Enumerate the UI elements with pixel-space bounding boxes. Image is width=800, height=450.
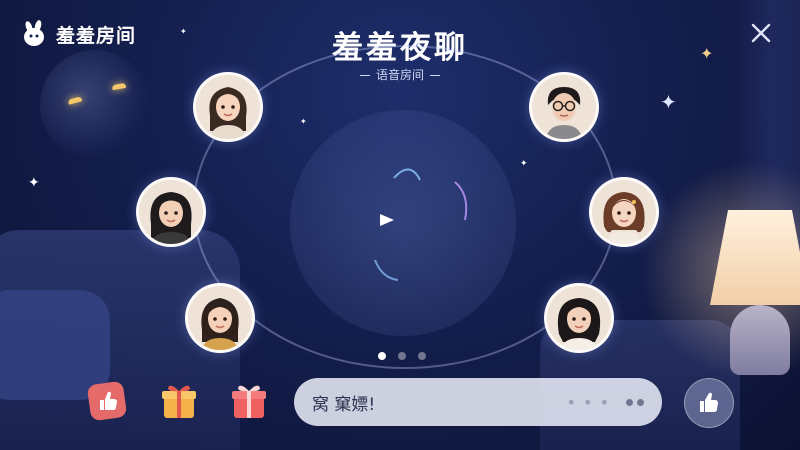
gift-button[interactable]: [158, 380, 200, 422]
voice-room-screen: ✦ ✦ ✦ ✦ ✦ ✦ 羞羞房间 羞羞夜聊 语音房间 窝 窠嫖! • • •: [0, 0, 800, 450]
page-dot[interactable]: [398, 352, 406, 360]
avatar-boy-glasses-icon: [532, 75, 596, 139]
participant-avatar[interactable]: [136, 177, 206, 247]
message-text: 窝 窠嫖!: [312, 394, 376, 415]
more-icon[interactable]: • • •: [567, 393, 610, 412]
thumbs-up-icon: [700, 392, 718, 412]
voice-waveform: [282, 153, 518, 287]
avatar-girl-icon: [139, 180, 203, 244]
page-indicator: [378, 352, 426, 360]
lamp-base-decoration: [730, 305, 790, 375]
participant-avatar[interactable]: [544, 283, 614, 353]
star-icon: ✦: [660, 90, 677, 114]
gift-icon: [168, 385, 190, 392]
close-icon[interactable]: [750, 22, 772, 44]
participant-avatar[interactable]: [589, 177, 659, 247]
participant-avatar[interactable]: [193, 72, 263, 142]
page-dot[interactable]: [418, 352, 426, 360]
gift-button-red[interactable]: [228, 380, 270, 422]
participant-avatar[interactable]: [529, 72, 599, 142]
moon-eye-icon: [67, 96, 83, 105]
like-button[interactable]: [684, 378, 734, 428]
avatar-girl-icon: [188, 286, 252, 350]
participant-avatar[interactable]: [185, 283, 255, 353]
avatar-girl-curly-icon: [592, 180, 656, 244]
thumbs-up-button[interactable]: [86, 380, 128, 422]
star-icon: ✦: [28, 175, 40, 191]
avatar-girl-icon: [196, 75, 260, 139]
gift-icon: [238, 385, 260, 392]
options-icon[interactable]: [626, 398, 644, 406]
page-dot[interactable]: [378, 352, 386, 360]
message-input[interactable]: 窝 窠嫖! • • •: [294, 378, 662, 426]
avatar-girl-wavy-icon: [547, 286, 611, 350]
moon-eye-icon: [111, 82, 127, 91]
